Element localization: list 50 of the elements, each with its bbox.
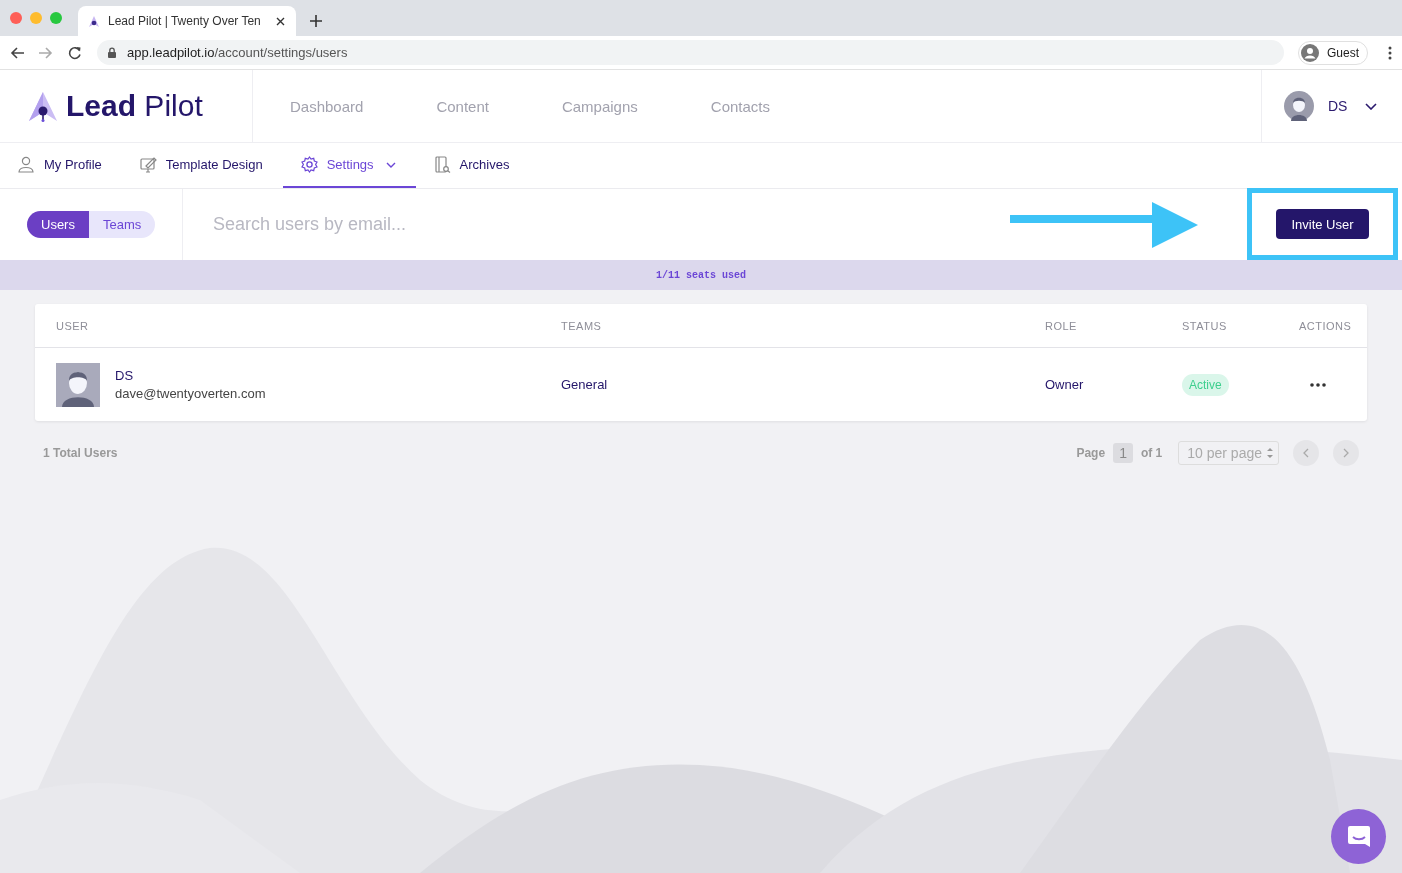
settings-tab[interactable]: My Profile [0,143,122,188]
logo-text[interactable]: Lead Pilot [66,89,203,123]
logo-icon [88,14,100,28]
page-count-text: of 1 [1140,446,1163,460]
status-badge: Active [1182,374,1229,396]
address-bar[interactable]: app.leadpilot.io/account/settings/users [97,40,1284,65]
segment-tab[interactable]: Users [27,211,89,238]
browser-tab[interactable]: Lead Pilot | Twenty Over Ten [78,6,296,36]
rocket-logo-icon [28,90,58,122]
lock-icon [107,46,117,59]
settings-tab[interactable]: Template Design [121,143,283,188]
settings-icon [300,156,318,173]
menu-icon[interactable] [1388,45,1392,60]
document-search-icon [433,156,451,173]
user-menu[interactable]: DS [1261,70,1402,142]
reload-icon[interactable] [68,45,83,60]
chevron-right-icon [1343,448,1349,458]
user-name: DS [115,368,135,383]
search-field[interactable]: Search users by email... [183,189,1247,260]
settings-tab[interactable]: Archives [415,143,530,188]
avatar-icon [1284,91,1314,121]
more-options-icon[interactable] [1310,382,1326,387]
table-cell-text: General [561,377,609,392]
forward-icon[interactable] [39,45,54,60]
tab-title: Lead Pilot | Twenty Over Ten [108,14,262,28]
window-control-icon[interactable] [10,12,22,24]
seats-used-text: 1/11 seats used [656,269,746,281]
sort-arrows-icon [1266,447,1274,459]
segment-tab[interactable]: Teams [88,211,156,238]
column-header: USER [56,319,90,332]
chevron-left-icon [1303,448,1309,458]
close-icon[interactable] [275,15,286,27]
url-text: app.leadpilot.io/account/settings/users [127,45,348,60]
new-tab-icon[interactable] [310,15,322,27]
column-header: ACTIONS [1299,319,1353,332]
person-icon [1301,43,1319,62]
page-label: Page [1076,446,1106,460]
column-header: TEAMS [561,319,603,332]
user-email: dave@twentyoverten.com [115,386,266,401]
person-icon [18,156,35,173]
monitor-pen-icon [139,156,157,173]
avatar-icon [56,362,100,407]
total-users-text: 1 Total Users [43,446,118,460]
invite-user-button[interactable]: Invite User [1276,209,1369,239]
caret-icon [1365,102,1378,110]
back-icon[interactable] [10,45,25,60]
chat-bubble-icon [1346,825,1371,848]
column-header: ROLE [1045,319,1078,332]
table-cell-text: Owner [1045,377,1085,392]
column-header: STATUS [1182,319,1228,332]
